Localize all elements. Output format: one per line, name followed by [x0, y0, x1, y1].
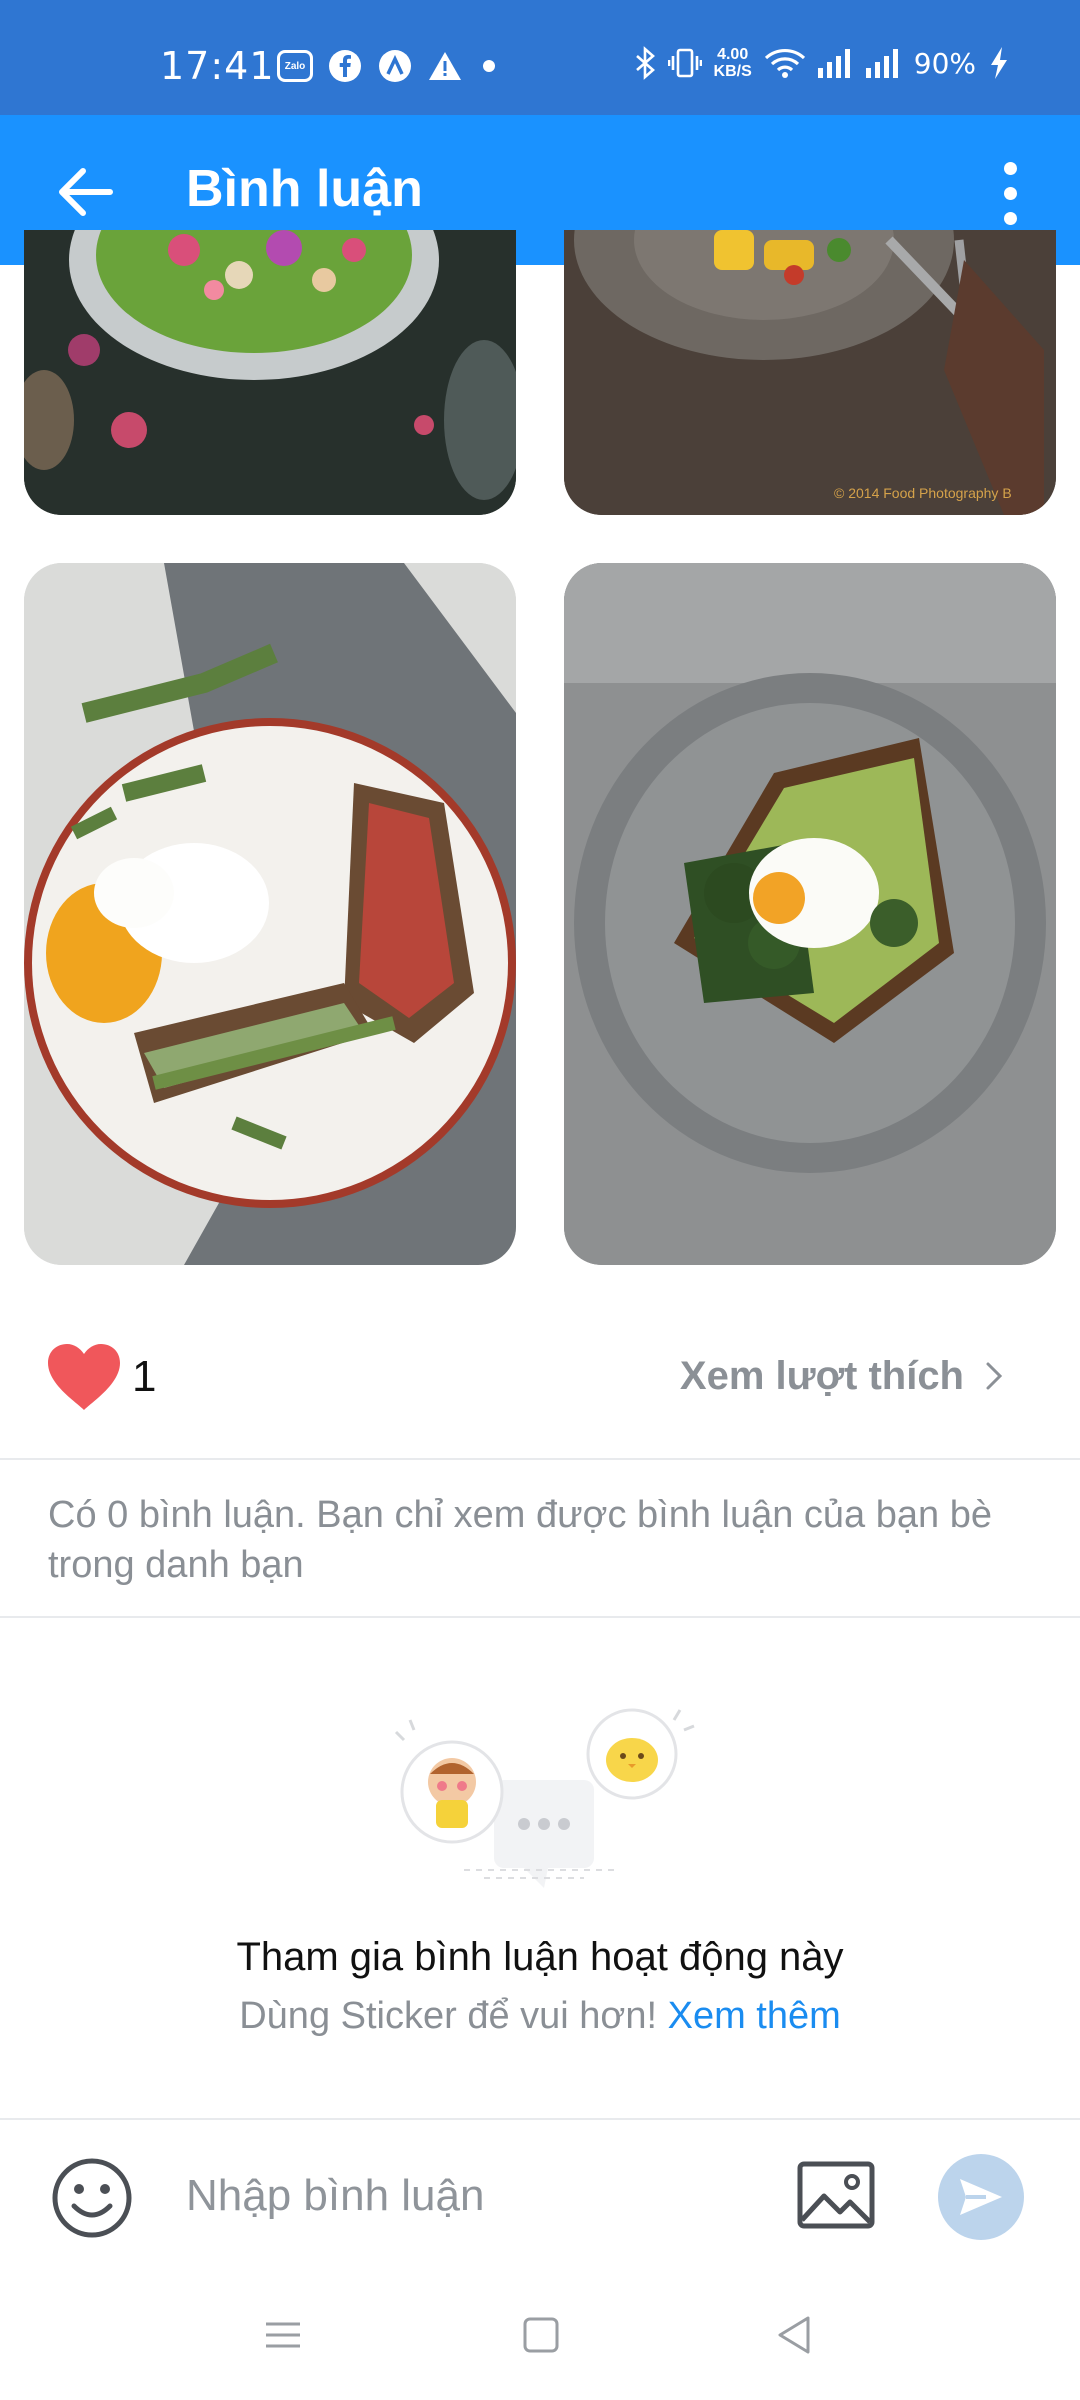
sticker-illustration	[394, 1708, 695, 1888]
status-bar: 17:41 Zalo 4.00 KB/S 90%	[0, 0, 1080, 115]
like-count: 1	[132, 1352, 157, 1401]
home-square-icon[interactable]	[516, 2310, 566, 2360]
charging-icon	[991, 47, 1007, 79]
page-title: Bình luận	[186, 160, 423, 218]
facebook-icon	[327, 48, 363, 84]
send-button[interactable]	[938, 2154, 1024, 2240]
pasta-plate-photo[interactable]: © 2014 Food Photography B	[564, 230, 1056, 515]
more-vertical-icon	[1003, 161, 1017, 175]
system-nav-bar	[0, 2268, 1080, 2400]
signal-icon	[865, 49, 898, 78]
arrow-left-icon	[59, 168, 113, 216]
warning-icon	[427, 48, 463, 84]
status-time: 17:41	[160, 44, 275, 88]
heart-icon[interactable]	[46, 1342, 122, 1412]
egg-toast-plate-photo[interactable]	[24, 563, 516, 1265]
chevron-right-icon[interactable]	[980, 1356, 1008, 1396]
image-icon[interactable]	[796, 2160, 876, 2230]
zalo-icon: Zalo	[277, 50, 313, 82]
system-icons: 4.00 KB/S 90%	[634, 46, 1010, 80]
comment-composer	[0, 2118, 1080, 2268]
vibrate-icon	[667, 48, 702, 78]
send-icon	[960, 2179, 1002, 2215]
signal-icon	[817, 49, 850, 78]
notification-icons: Zalo	[277, 48, 495, 84]
avocado-toast-photo[interactable]	[564, 563, 1056, 1265]
empty-state-title: Tham gia bình luận hoạt động này	[236, 1935, 844, 1979]
bluetooth-icon	[635, 46, 655, 80]
watermark-text: © 2014 Food Photography B	[834, 485, 1012, 501]
empty-state-subtitle-text: Dùng Sticker để vui hơn!	[239, 1995, 658, 2037]
battery-level: 90%	[913, 46, 976, 80]
back-button[interactable]	[50, 157, 120, 227]
back-triangle-icon[interactable]	[770, 2310, 820, 2360]
empty-state-subtitle: Dùng Sticker để vui hơn! Xem thêm	[0, 1995, 1080, 2038]
dot-icon	[483, 60, 495, 72]
see-more-link[interactable]: Xem thêm	[668, 1995, 841, 2037]
more-options-button[interactable]	[980, 153, 1040, 233]
menu-icon[interactable]	[258, 2310, 308, 2360]
network-speed: 4.00 KB/S	[713, 46, 752, 80]
wifi-icon	[764, 48, 805, 78]
likes-row: 1 Xem lượt thích	[0, 1300, 1080, 1460]
see-likes-link[interactable]: Xem lượt thích	[680, 1354, 964, 1399]
comments-info-text: Có 0 bình luận. Bạn chỉ xem được bình lu…	[0, 1462, 1080, 1618]
smiley-icon[interactable]	[50, 2156, 134, 2240]
comment-input[interactable]	[186, 2160, 746, 2232]
salad-bowl-photo[interactable]	[24, 230, 516, 515]
app-icon	[377, 48, 413, 84]
